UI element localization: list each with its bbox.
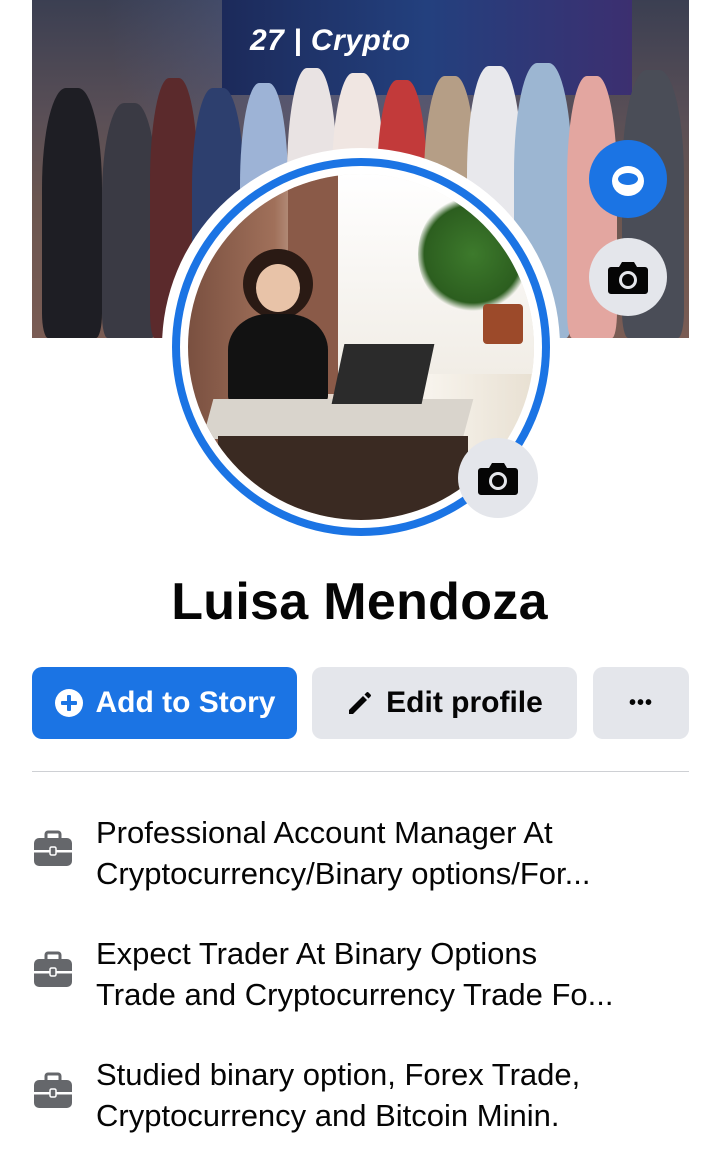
edit-profile-label: Edit profile xyxy=(386,686,543,719)
cover-camera-button[interactable] xyxy=(589,238,667,316)
cover-banner-text: 27 | Crypto xyxy=(250,24,411,57)
info-item-education[interactable]: Studied binary option, Forex Trade, Cryp… xyxy=(32,1054,692,1154)
avatar-desk-front xyxy=(218,436,468,520)
plus-circle-icon xyxy=(54,689,83,717)
edit-profile-button[interactable]: Edit profile xyxy=(312,667,577,739)
briefcase-icon xyxy=(34,951,72,987)
avatar-desk-top xyxy=(202,399,474,439)
briefcase-icon xyxy=(34,830,72,866)
profile-name: Luisa Mendoza xyxy=(171,573,548,631)
divider xyxy=(32,771,689,772)
info-line: Expect Trader At Binary Options xyxy=(96,936,538,971)
more-options-icon: ••• xyxy=(628,691,653,714)
info-item-text: Professional Account Manager At Cryptocu… xyxy=(96,812,696,894)
briefcase-icon xyxy=(34,1072,72,1108)
info-line: Trade and Cryptocurrency Trade Fo... xyxy=(96,977,614,1012)
camera-icon xyxy=(608,262,648,294)
avatar-plant xyxy=(418,194,528,314)
camera-icon xyxy=(478,463,518,495)
cover-person xyxy=(42,88,102,338)
avatar-laptop xyxy=(331,344,435,404)
pencil-icon xyxy=(349,692,372,714)
avatar-badge-icon[interactable] xyxy=(589,140,667,218)
avatar-person-body xyxy=(228,314,328,404)
avatar-person-face xyxy=(256,264,300,312)
info-item-work-2[interactable]: Expect Trader At Binary Options Trade an… xyxy=(32,933,692,1033)
info-line: Professional Account Manager At xyxy=(96,815,553,850)
avatar-plant-pot xyxy=(483,304,523,344)
more-options-button[interactable]: ••• xyxy=(593,667,689,739)
info-item-text: Expect Trader At Binary Options Trade an… xyxy=(96,933,696,1015)
info-line: Cryptocurrency and Bitcoin Minin. xyxy=(96,1098,560,1133)
info-line: Cryptocurrency/Binary options/For... xyxy=(96,856,591,891)
avatar-badge-glyph xyxy=(612,166,644,196)
info-item-work-1[interactable]: Professional Account Manager At Cryptocu… xyxy=(32,812,692,912)
info-line: Studied binary option, Forex Trade, xyxy=(96,1057,581,1092)
avatar-camera-button[interactable] xyxy=(458,438,538,518)
add-to-story-button[interactable]: Add to Story xyxy=(32,667,297,739)
cover-person xyxy=(102,103,157,338)
add-to-story-label: Add to Story xyxy=(95,686,276,719)
info-item-text: Studied binary option, Forex Trade, Cryp… xyxy=(96,1054,696,1136)
